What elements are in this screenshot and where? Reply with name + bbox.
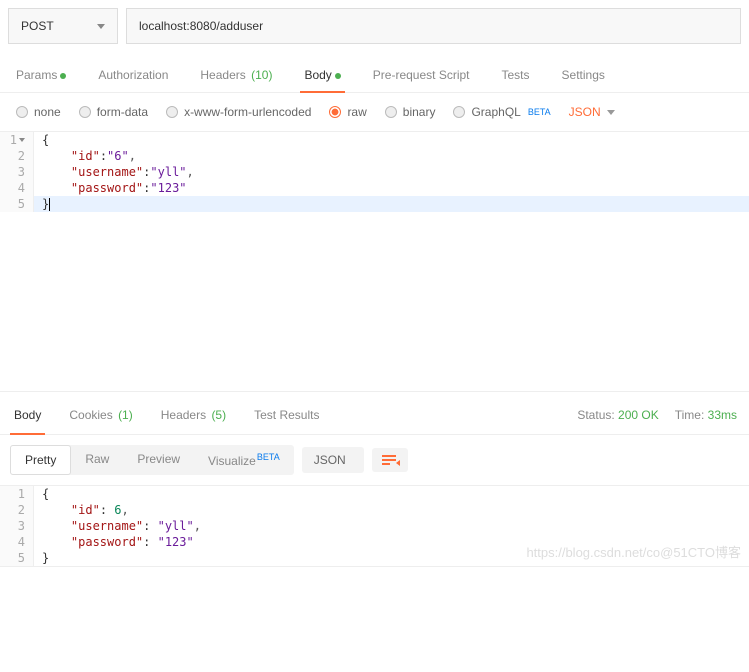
indicator-dot-icon [60,73,66,79]
url-input[interactable]: localhost:8080/adduser [126,8,741,44]
radio-icon [16,106,28,118]
resp-tab-tests[interactable]: Test Results [250,396,323,434]
radio-binary[interactable]: binary [385,105,436,119]
url-value: localhost:8080/adduser [139,19,263,33]
chevron-down-icon [97,24,105,29]
view-visualize[interactable]: VisualizeBETA [194,445,294,475]
method-value: POST [21,19,54,33]
headers-count: (10) [251,68,272,82]
tab-params[interactable]: Params [12,60,70,92]
radio-graphql[interactable]: GraphQLBETA [453,105,550,119]
fold-icon[interactable] [19,138,25,142]
resp-tab-cookies[interactable]: Cookies (1) [65,396,136,434]
cookies-count: (1) [118,408,133,422]
tab-body[interactable]: Body [300,60,344,92]
resp-tab-headers[interactable]: Headers (5) [157,396,230,434]
method-select[interactable]: POST [8,8,118,44]
time-label: Time: [675,408,705,422]
tab-tests[interactable]: Tests [498,60,534,92]
wrap-icon [382,454,398,466]
tab-prerequest[interactable]: Pre-request Script [369,60,474,92]
request-row: POST localhost:8080/adduser [0,0,749,52]
radio-icon [329,106,341,118]
resp-headers-count: (5) [211,408,226,422]
status-label: Status: [577,408,614,422]
tab-authorization[interactable]: Authorization [94,60,172,92]
status-code: 200 OK [618,408,659,422]
response-header: Body Cookies (1) Headers (5) Test Result… [0,396,749,435]
radio-icon [166,106,178,118]
cursor-icon [49,198,50,211]
beta-badge: BETA [257,452,280,462]
response-type-select[interactable]: JSON [302,447,364,473]
body-type-row: none form-data x-www-form-urlencoded raw… [0,93,749,132]
beta-badge: BETA [528,107,551,117]
radio-form-data[interactable]: form-data [79,105,148,119]
resp-tab-body[interactable]: Body [10,396,45,434]
view-pretty[interactable]: Pretty [10,445,71,475]
radio-icon [453,106,465,118]
watermark: https://blog.csdn.net/co@51CTO博客 [526,542,741,561]
radio-icon [79,106,91,118]
tab-settings[interactable]: Settings [558,60,609,92]
view-preview[interactable]: Preview [123,445,194,475]
content-type-select[interactable]: JSON [569,105,615,119]
indicator-dot-icon [335,73,341,79]
tab-headers[interactable]: Headers (10) [196,60,276,92]
view-raw[interactable]: Raw [71,445,123,475]
wrap-lines-button[interactable] [372,448,408,472]
time-value: 33ms [708,408,737,422]
radio-urlencoded[interactable]: x-www-form-urlencoded [166,105,311,119]
status-area: Status: 200 OK Time: 33ms [577,408,749,422]
radio-raw[interactable]: raw [329,105,366,119]
radio-none[interactable]: none [16,105,61,119]
chevron-down-icon [607,110,615,115]
view-controls: Pretty Raw Preview VisualizeBETA JSON [0,435,749,486]
request-tabs: Params Authorization Headers (10) Body P… [0,52,749,93]
radio-icon [385,106,397,118]
request-body-editor[interactable]: 1{ 2 "id":"6", 3 "username":"yll", 4 "pa… [0,132,749,392]
